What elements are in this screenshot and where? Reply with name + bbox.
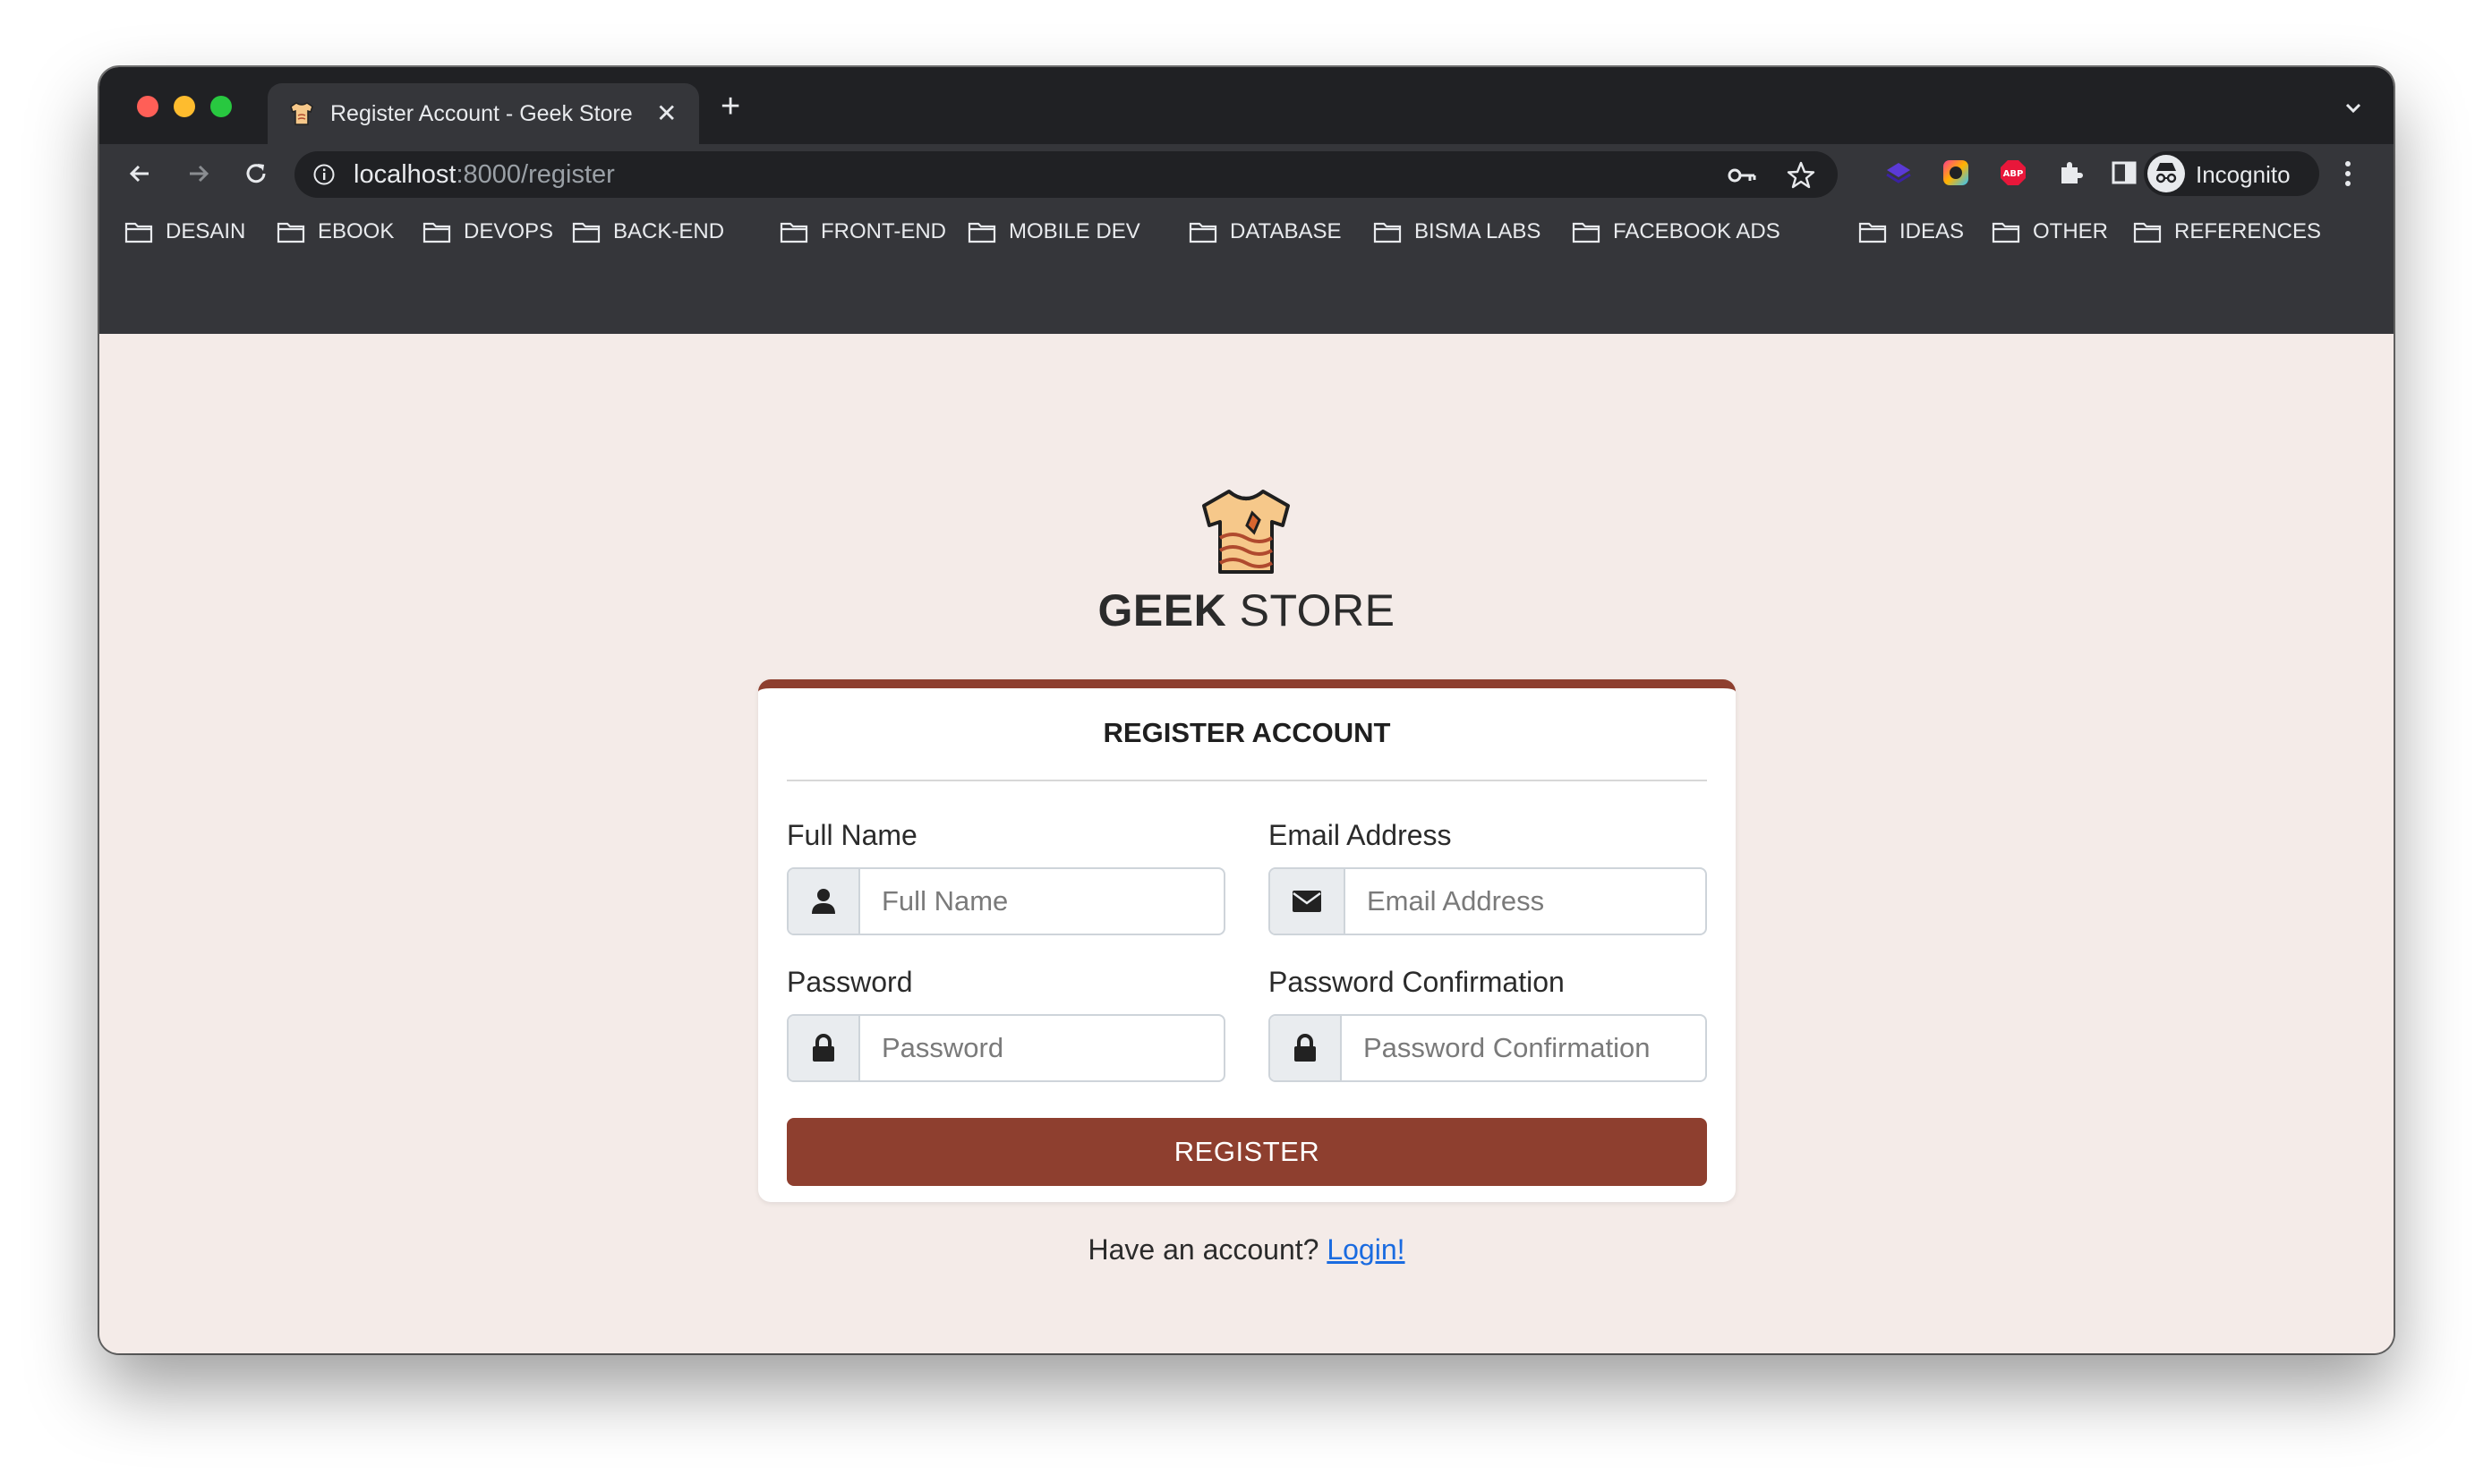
reload-icon[interactable] xyxy=(237,155,275,192)
browser-toolbar: localhost:8000/register ABP Incognito xyxy=(99,144,2394,203)
bookmark-label: DEVOPS xyxy=(464,219,554,243)
svg-text:ABP: ABP xyxy=(2003,169,2024,179)
browser-menu-icon[interactable] xyxy=(2341,155,2355,192)
password-label: Password xyxy=(787,966,913,998)
bookmark-label: DATABASE xyxy=(1230,219,1342,243)
card-divider xyxy=(787,780,1707,781)
login-prompt-text: Have an account? xyxy=(1088,1233,1319,1266)
folder-icon xyxy=(1373,222,1402,243)
bookmark-folder-ideas[interactable]: IDEAS xyxy=(1858,214,1964,250)
folder-icon xyxy=(277,222,305,243)
folder-icon xyxy=(968,222,996,243)
lock-icon xyxy=(789,1016,860,1080)
bookmark-folder-database[interactable]: DATABASE xyxy=(1189,214,1341,250)
extensions-puzzle-icon[interactable] xyxy=(2054,157,2087,189)
login-link[interactable]: Login! xyxy=(1327,1233,1404,1266)
folder-icon xyxy=(572,222,601,243)
folder-icon xyxy=(2133,222,2162,243)
brand-name-bold: GEEK xyxy=(1097,585,1227,635)
register-page: GEEK STORE REGISTER ACCOUNT Full Name Em… xyxy=(99,334,2394,1353)
bookmark-folder-mobile-dev[interactable]: MOBILE DEV xyxy=(968,214,1140,250)
bookmarks-bar: DESAIN EBOOK DEVOPS BACK-END FRONT-END MOBILE… xyxy=(99,203,2394,334)
back-arrow-icon[interactable] xyxy=(121,155,158,192)
extension-layers-icon[interactable] xyxy=(1882,157,1915,189)
email-label: Email Address xyxy=(1268,819,1452,851)
forward-arrow-icon[interactable] xyxy=(180,155,218,192)
tshirt-favicon-icon xyxy=(290,102,313,125)
url-path: :8000/register xyxy=(456,160,615,189)
password-confirmation-label: Password Confirmation xyxy=(1268,966,1565,998)
bookmark-label: BACK-END xyxy=(613,219,725,243)
incognito-icon xyxy=(2147,155,2185,192)
brand-name-regular: STORE xyxy=(1239,585,1395,635)
bookmark-star-icon[interactable] xyxy=(1786,160,1816,191)
folder-icon xyxy=(1858,222,1887,243)
tab-close-icon[interactable]: ✕ xyxy=(656,99,677,128)
login-prompt: Have an account? Login! xyxy=(99,1233,2394,1267)
site-info-icon[interactable] xyxy=(312,163,336,186)
register-button[interactable]: REGISTER xyxy=(787,1118,1707,1186)
card-title: REGISTER ACCOUNT xyxy=(1103,717,1391,748)
bookmark-folder-desain[interactable]: DESAIN xyxy=(124,214,245,250)
lock-icon xyxy=(1270,1016,1342,1080)
bookmark-folder-front-end[interactable]: FRONT-END xyxy=(780,214,946,250)
folder-icon xyxy=(1572,222,1600,243)
folder-icon xyxy=(124,222,153,243)
bookmark-folder-devops[interactable]: DEVOPS xyxy=(422,214,553,250)
new-tab-icon[interactable]: + xyxy=(721,90,740,124)
bookmark-folder-ebook[interactable]: EBOOK xyxy=(277,214,394,250)
bookmark-folder-references[interactable]: REFERENCES xyxy=(2133,214,2321,250)
password-input[interactable] xyxy=(860,1016,1224,1080)
envelope-icon xyxy=(1270,869,1345,934)
extension-color-icon[interactable] xyxy=(1940,157,1972,189)
maximize-window-button[interactable] xyxy=(210,96,232,117)
full-name-input-group xyxy=(787,867,1225,935)
url-text: localhost:8000/register xyxy=(354,160,615,190)
password-confirmation-input-group xyxy=(1268,1014,1707,1082)
full-name-label: Full Name xyxy=(787,819,917,851)
bookmark-folder-bisma-labs[interactable]: BISMA LABS xyxy=(1373,214,1540,250)
folder-icon xyxy=(1992,222,2020,243)
bookmark-label: FRONT-END xyxy=(821,219,946,243)
browser-window: Register Account - Geek Store ✕ + localh… xyxy=(99,67,2394,1353)
brand-name: GEEK STORE xyxy=(99,584,2394,636)
incognito-profile-button[interactable]: Incognito xyxy=(2144,151,2319,196)
bookmark-label: EBOOK xyxy=(318,219,395,243)
address-bar[interactable]: localhost:8000/register xyxy=(294,151,1838,198)
browser-tab[interactable]: Register Account - Geek Store ✕ xyxy=(268,83,699,144)
bookmark-label: DESAIN xyxy=(166,219,246,243)
minimize-window-button[interactable] xyxy=(174,96,195,117)
password-input-group xyxy=(787,1014,1225,1082)
tab-search-chevron-icon[interactable] xyxy=(2340,94,2367,121)
bookmark-folder-facebook-ads[interactable]: FACEBOOK ADS xyxy=(1572,214,1780,250)
bookmark-label: IDEAS xyxy=(1899,219,1965,243)
full-name-input[interactable] xyxy=(860,869,1224,934)
tab-title: Register Account - Geek Store xyxy=(330,101,633,126)
side-panel-icon[interactable] xyxy=(2108,157,2140,189)
url-host: localhost xyxy=(354,160,457,189)
bookmark-label: REFERENCES xyxy=(2174,219,2322,243)
bookmark-folder-back-end[interactable]: BACK-END xyxy=(572,214,724,250)
folder-icon xyxy=(1189,222,1217,243)
email-input[interactable] xyxy=(1345,869,1705,934)
bookmark-folder-other[interactable]: OTHER xyxy=(1992,214,2108,250)
folder-icon xyxy=(780,222,808,243)
bookmark-label: OTHER xyxy=(2033,219,2108,243)
bookmark-label: FACEBOOK ADS xyxy=(1613,219,1780,243)
email-input-group xyxy=(1268,867,1707,935)
register-card: REGISTER ACCOUNT Full Name Email Address… xyxy=(758,679,1736,1202)
bookmark-label: MOBILE DEV xyxy=(1009,219,1140,243)
bookmark-label: BISMA LABS xyxy=(1414,219,1541,243)
profile-label: Incognito xyxy=(2196,161,2291,188)
tshirt-logo-icon xyxy=(1202,490,1290,574)
adblock-plus-icon[interactable]: ABP xyxy=(1997,157,2029,189)
user-icon xyxy=(789,869,860,934)
password-confirmation-input[interactable] xyxy=(1342,1016,1705,1080)
close-window-button[interactable] xyxy=(137,96,158,117)
folder-icon xyxy=(422,222,451,243)
tab-strip: Register Account - Geek Store ✕ + xyxy=(99,67,2394,144)
key-icon[interactable] xyxy=(1727,162,1757,189)
